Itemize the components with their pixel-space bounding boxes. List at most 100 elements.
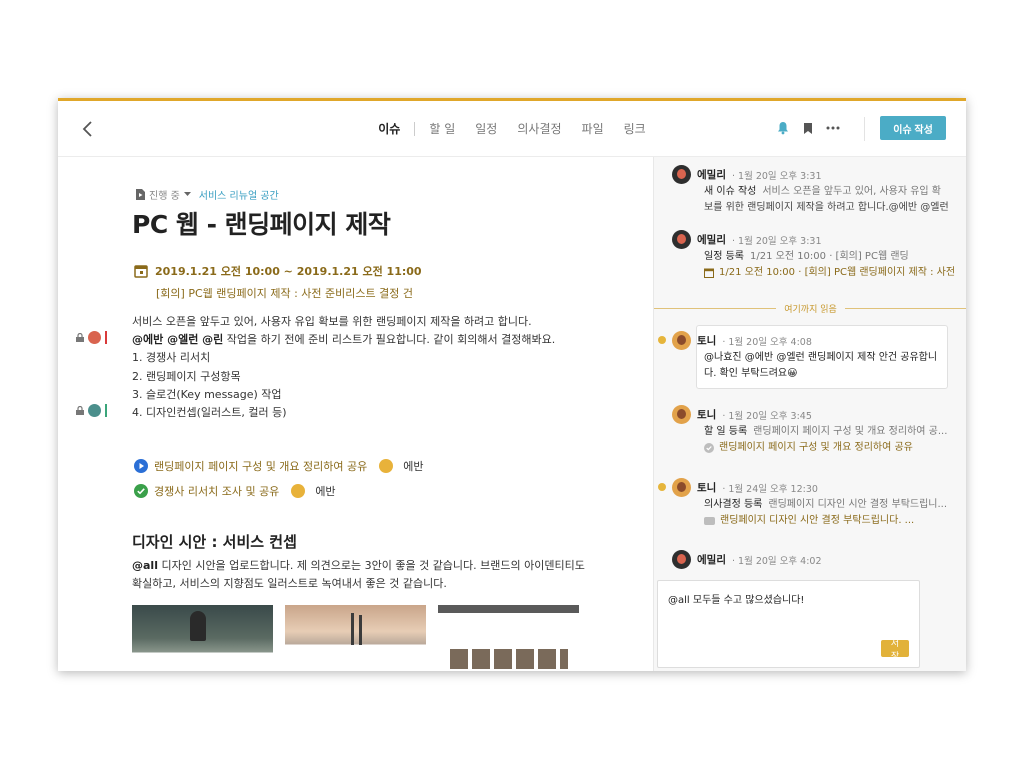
avatar bbox=[672, 230, 691, 249]
design-thumbnail-3[interactable] bbox=[438, 605, 579, 671]
feed-item[interactable]: 에밀리 · 1월 20일 오후 3:31 일정 등록 1/21 오전 10:00 … bbox=[672, 230, 955, 281]
bell-icon[interactable] bbox=[776, 121, 790, 135]
lock-icon bbox=[76, 333, 84, 342]
section-paragraph: @all 디자인 시안을 업로드합니다. 제 의견으로는 3안이 좋을 것 같습… bbox=[132, 559, 585, 590]
edit-marker-2 bbox=[76, 404, 107, 417]
todo-item[interactable]: 경쟁사 리서치 조사 및 공유 에반 bbox=[134, 478, 424, 503]
bookmark-icon[interactable] bbox=[802, 122, 814, 135]
feed-item[interactable]: 토니 · 1월 24일 오후 12:30 의사결정 등록랜딩페이지 디자인 시안… bbox=[658, 478, 948, 529]
feed-timestamp: · 1월 20일 오후 3:31 bbox=[731, 170, 822, 182]
event-name: [회의] PC웹 랜딩페이지 제작 : 사전 준비리스트 결정 건 bbox=[156, 287, 413, 300]
mentions[interactable]: @에반 @엘런 @린 bbox=[132, 333, 223, 346]
issue-body: 서비스 오픈을 앞두고 있어, 사용자 유입 확보를 위한 랜딩페이지 제작을 … bbox=[132, 313, 555, 422]
body-line: 서비스 오픈을 앞두고 있어, 사용자 유입 확보를 위한 랜딩페이지 제작을 … bbox=[132, 315, 532, 328]
todo-text: 랜딩페이지 페이지 구성 및 개요 정리하여 공유 bbox=[154, 459, 368, 473]
tab-file[interactable]: 파일 bbox=[572, 120, 614, 137]
section-heading: 디자인 시안 : 서비스 컨셉 bbox=[132, 533, 297, 551]
feed-action: 일정 등록 bbox=[704, 251, 744, 262]
todo-list: 랜딩페이지 페이지 구성 및 개요 정리하여 공유 에반 경쟁사 리서치 조사 … bbox=[134, 453, 424, 503]
feed-timestamp: · 1월 20일 오후 4:08 bbox=[722, 336, 812, 348]
list-item: 4. 디자인컨셉(일러스트, 컬러 등) bbox=[132, 406, 287, 420]
feed-action: 의사결정 등록 bbox=[704, 499, 763, 510]
app-window: 이슈 할 일 일정 의사결정 파일 링크 이슈 작성 진행 중 서비스 리뉴얼 … bbox=[58, 98, 966, 671]
issue-content: 진행 중 서비스 리뉴얼 공간 PC 웹 - 랜딩페이지 제작 2019.1.2… bbox=[58, 157, 653, 671]
feed-text: 랜딩페이지 디자인 시안 결정 부탁드립니... bbox=[768, 499, 948, 510]
unread-dot bbox=[658, 483, 666, 491]
feed-author: 토니 bbox=[697, 335, 717, 347]
top-bar: 이슈 할 일 일정 의사결정 파일 링크 이슈 작성 bbox=[58, 101, 966, 157]
feed-author: 에밀리 bbox=[697, 169, 726, 181]
comment-input[interactable]: @all 모두들 수고 많으셨습니다! bbox=[668, 591, 804, 606]
event-block[interactable]: 2019.1.21 오전 10:00 ~ 2019.1.21 오전 11:00 … bbox=[134, 263, 422, 301]
avatar bbox=[88, 331, 101, 344]
feed-text: @나효진 @에반 @엘런 랜딩페이지 제작 안건 공유합니 bbox=[704, 352, 938, 363]
todo-item[interactable]: 랜딩페이지 페이지 구성 및 개요 정리하여 공유 에반 bbox=[134, 453, 424, 478]
feed-text: 서비스 오픈을 앞두고 있어, 사용자 유입 확 bbox=[762, 186, 942, 197]
feed-decision-link[interactable]: 랜딩페이지 디자인 시안 결정 부탁드립니다. ... bbox=[704, 513, 947, 529]
tab-schedule[interactable]: 일정 bbox=[465, 120, 507, 137]
tab-link[interactable]: 링크 bbox=[614, 120, 656, 137]
tab-decision[interactable]: 의사결정 bbox=[507, 120, 571, 137]
feed-text: 보를 위한 랜딩페이지 제작을 하려고 합니다.@에반 @엘런 bbox=[704, 202, 949, 213]
feed-text: 랜딩페이지 페이지 구성 및 개요 정리하여 공... bbox=[753, 426, 948, 437]
list-item: 3. 슬로건(Key message) 작업 bbox=[132, 387, 282, 401]
feed-text: 1/21 오전 10:00 · [회의] PC웹 랜딩 bbox=[749, 251, 909, 262]
tab-divider bbox=[414, 121, 416, 136]
comment-composer[interactable]: @all 모두들 수고 많으셨습니다! 저장 bbox=[657, 580, 920, 668]
status-label[interactable]: 진행 중 bbox=[149, 187, 180, 202]
feed-author: 토니 bbox=[697, 409, 717, 421]
avatar bbox=[672, 331, 691, 350]
decision-icon bbox=[704, 517, 715, 525]
edit-bar bbox=[105, 404, 107, 417]
feed-author: 토니 bbox=[697, 482, 717, 494]
calendar-icon bbox=[704, 268, 714, 278]
edit-bar bbox=[105, 331, 107, 344]
check-circle-icon[interactable] bbox=[134, 483, 148, 498]
attachment-thumbnails bbox=[132, 605, 579, 671]
avatar bbox=[88, 404, 101, 417]
document-play-icon bbox=[136, 189, 145, 200]
feed-action: 새 이슈 작성 bbox=[704, 186, 757, 197]
feed-event-link[interactable]: 1/21 오전 10:00 · [회의] PC웹 랜딩페이지 제작 : 사전 bbox=[704, 265, 955, 281]
issue-title: PC 웹 - 랜딩페이지 제작 bbox=[132, 210, 391, 239]
todo-assignee: 에반 bbox=[315, 484, 336, 498]
tab-todo[interactable]: 할 일 bbox=[419, 120, 465, 137]
issue-status: 진행 중 서비스 리뉴얼 공간 bbox=[136, 187, 279, 202]
edit-marker-1 bbox=[76, 331, 107, 344]
feed-item[interactable]: 에밀리 · 1월 20일 오후 4:02 bbox=[672, 550, 822, 569]
more-icon[interactable] bbox=[826, 126, 840, 130]
feed-item[interactable]: 에밀리 · 1월 20일 오후 3:31 새 이슈 작성 서비스 오픈을 앞두고 … bbox=[672, 165, 949, 216]
caret-down-icon[interactable] bbox=[183, 192, 191, 197]
activity-feed: 에밀리 · 1월 20일 오후 3:31 새 이슈 작성 서비스 오픈을 앞두고 … bbox=[653, 157, 966, 671]
avatar bbox=[379, 458, 394, 473]
design-thumbnail-1[interactable] bbox=[132, 605, 273, 671]
todo-assignee: 에반 bbox=[403, 459, 424, 473]
todo-text: 경쟁사 리서치 조사 및 공유 bbox=[154, 484, 280, 498]
feed-item[interactable]: 토니 · 1월 20일 오후 4:08 @나효진 @에반 @엘런 랜딩페이지 제… bbox=[658, 331, 938, 382]
avatar bbox=[672, 550, 691, 569]
feed-action: 할 일 등록 bbox=[704, 426, 748, 437]
check-circle-icon bbox=[704, 443, 714, 453]
mention-all[interactable]: @all bbox=[132, 559, 158, 572]
feed-todo-link[interactable]: 랜딩페이지 페이지 구성 및 개요 정리하여 공유 bbox=[704, 440, 947, 456]
feed-author: 에밀리 bbox=[697, 554, 726, 566]
feed-author: 에밀리 bbox=[697, 234, 726, 246]
avatar bbox=[672, 405, 691, 424]
list-item: 1. 경쟁사 리서치 bbox=[132, 351, 211, 365]
feed-timestamp: · 1월 24일 오후 12:30 bbox=[722, 483, 818, 495]
read-marker: 여기까지 읽음 bbox=[654, 302, 966, 315]
save-button[interactable]: 저장 bbox=[881, 638, 909, 661]
calendar-icon bbox=[134, 265, 148, 278]
design-thumbnail-2[interactable] bbox=[285, 605, 426, 671]
avatar bbox=[672, 165, 691, 184]
unread-dot bbox=[658, 336, 666, 344]
space-link[interactable]: 서비스 리뉴얼 공간 bbox=[199, 187, 279, 202]
toolbar-divider bbox=[864, 117, 865, 141]
list-item: 2. 랜딩페이지 구성항목 bbox=[132, 369, 241, 383]
feed-item[interactable]: 토니 · 1월 20일 오후 3:45 할 일 등록 랜딩페이지 페이지 구성 및… bbox=[672, 405, 947, 456]
lock-icon bbox=[76, 406, 84, 415]
create-issue-button[interactable]: 이슈 작성 bbox=[880, 116, 946, 140]
tab-issue[interactable]: 이슈 bbox=[368, 120, 410, 137]
play-circle-icon[interactable] bbox=[134, 458, 148, 473]
avatar bbox=[672, 478, 691, 497]
